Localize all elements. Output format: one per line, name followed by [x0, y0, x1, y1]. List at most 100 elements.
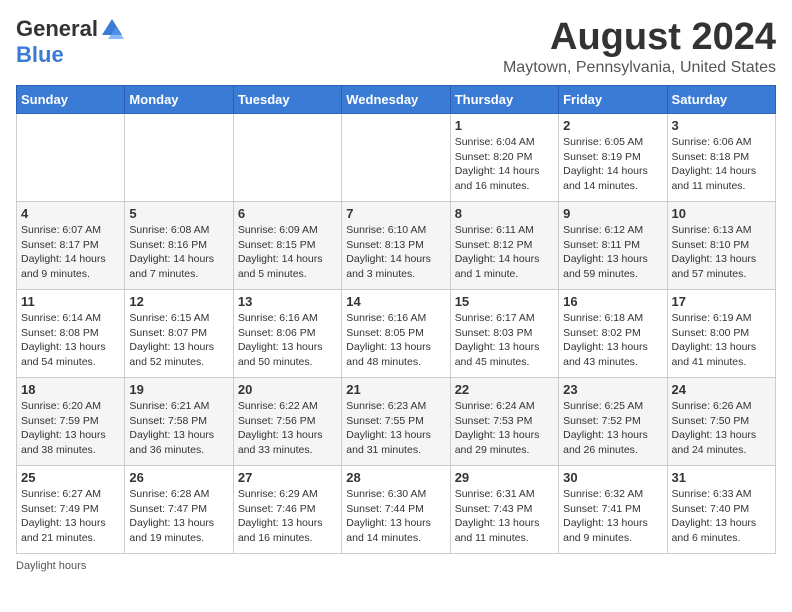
day-info: Sunrise: 6:26 AM Sunset: 7:50 PM Dayligh…	[672, 399, 771, 458]
calendar-day-cell: 31 Sunrise: 6:33 AM Sunset: 7:40 PM Dayli…	[667, 466, 775, 554]
day-number: 2	[563, 118, 662, 133]
day-number: 23	[563, 382, 662, 397]
day-info: Sunrise: 6:15 AM Sunset: 8:07 PM Dayligh…	[129, 311, 228, 370]
day-number: 29	[455, 470, 554, 485]
day-number: 21	[346, 382, 445, 397]
logo: General Blue	[16, 16, 124, 68]
day-info: Sunrise: 6:14 AM Sunset: 8:08 PM Dayligh…	[21, 311, 120, 370]
weekday-header: Thursday	[450, 86, 558, 114]
day-number: 31	[672, 470, 771, 485]
day-number: 11	[21, 294, 120, 309]
day-info: Sunrise: 6:18 AM Sunset: 8:02 PM Dayligh…	[563, 311, 662, 370]
calendar-day-cell: 8 Sunrise: 6:11 AM Sunset: 8:12 PM Daylig…	[450, 202, 558, 290]
day-info: Sunrise: 6:04 AM Sunset: 8:20 PM Dayligh…	[455, 135, 554, 194]
month-title: August 2024	[503, 16, 776, 59]
calendar-day-cell: 9 Sunrise: 6:12 AM Sunset: 8:11 PM Daylig…	[559, 202, 667, 290]
weekday-header: Friday	[559, 86, 667, 114]
calendar-day-cell	[233, 114, 341, 202]
day-info: Sunrise: 6:08 AM Sunset: 8:16 PM Dayligh…	[129, 223, 228, 282]
weekday-header: Saturday	[667, 86, 775, 114]
calendar-day-cell: 14Sunrise: 6:16 AM Sunset: 8:05 PM Dayli…	[342, 290, 450, 378]
calendar-day-cell	[342, 114, 450, 202]
calendar-header-row: SundayMondayTuesdayWednesdayThursdayFrid…	[17, 86, 776, 114]
day-number: 25	[21, 470, 120, 485]
calendar-week-row: 25 Sunrise: 6:27 AM Sunset: 7:49 PM Dayli…	[17, 466, 776, 554]
day-info: Sunrise: 6:32 AM Sunset: 7:41 PM Dayligh…	[563, 487, 662, 546]
calendar-day-cell: 27 Sunrise: 6:29 AM Sunset: 7:46 PM Dayli…	[233, 466, 341, 554]
header: General Blue August 2024 Maytown, Pennsy…	[16, 16, 776, 77]
calendar-day-cell: 4 Sunrise: 6:07 AM Sunset: 8:17 PM Daylig…	[17, 202, 125, 290]
day-number: 9	[563, 206, 662, 221]
day-number: 5	[129, 206, 228, 221]
calendar-day-cell: 12 Sunrise: 6:15 AM Sunset: 8:07 PM Dayli…	[125, 290, 233, 378]
calendar-day-cell: 28Sunrise: 6:30 AM Sunset: 7:44 PM Dayli…	[342, 466, 450, 554]
day-number: 4	[21, 206, 120, 221]
day-info: Sunrise: 6:17 AM Sunset: 8:03 PM Dayligh…	[455, 311, 554, 370]
calendar-table: SundayMondayTuesdayWednesdayThursdayFrid…	[16, 85, 776, 554]
weekday-header: Sunday	[17, 86, 125, 114]
day-info: Sunrise: 6:05 AM Sunset: 8:19 PM Dayligh…	[563, 135, 662, 194]
day-info: Sunrise: 6:24 AM Sunset: 7:53 PM Dayligh…	[455, 399, 554, 458]
day-info: Sunrise: 6:19 AM Sunset: 8:00 PM Dayligh…	[672, 311, 771, 370]
footer-note: Daylight hours	[16, 560, 776, 572]
day-info: Sunrise: 6:29 AM Sunset: 7:46 PM Dayligh…	[238, 487, 337, 546]
logo-blue-text: Blue	[16, 42, 64, 68]
day-number: 27	[238, 470, 337, 485]
day-number: 24	[672, 382, 771, 397]
day-number: 15	[455, 294, 554, 309]
calendar-week-row: 1 Sunrise: 6:04 AM Sunset: 8:20 PM Daylig…	[17, 114, 776, 202]
calendar-day-cell: 19 Sunrise: 6:21 AM Sunset: 7:58 PM Dayli…	[125, 378, 233, 466]
calendar-day-cell	[125, 114, 233, 202]
logo-general-text: General	[16, 16, 98, 42]
day-info: Sunrise: 6:12 AM Sunset: 8:11 PM Dayligh…	[563, 223, 662, 282]
calendar-day-cell: 11 Sunrise: 6:14 AM Sunset: 8:08 PM Dayli…	[17, 290, 125, 378]
calendar-week-row: 4 Sunrise: 6:07 AM Sunset: 8:17 PM Daylig…	[17, 202, 776, 290]
weekday-header: Tuesday	[233, 86, 341, 114]
day-number: 16	[563, 294, 662, 309]
day-number: 13	[238, 294, 337, 309]
calendar-day-cell: 30 Sunrise: 6:32 AM Sunset: 7:41 PM Dayli…	[559, 466, 667, 554]
day-info: Sunrise: 6:16 AM Sunset: 8:06 PM Dayligh…	[238, 311, 337, 370]
calendar-week-row: 18 Sunrise: 6:20 AM Sunset: 7:59 PM Dayli…	[17, 378, 776, 466]
day-info: Sunrise: 6:33 AM Sunset: 7:40 PM Dayligh…	[672, 487, 771, 546]
day-number: 26	[129, 470, 228, 485]
day-number: 28	[346, 470, 445, 485]
day-number: 17	[672, 294, 771, 309]
day-number: 7	[346, 206, 445, 221]
day-info: Sunrise: 6:25 AM Sunset: 7:52 PM Dayligh…	[563, 399, 662, 458]
calendar-day-cell: 2 Sunrise: 6:05 AM Sunset: 8:19 PM Daylig…	[559, 114, 667, 202]
calendar-day-cell: 21Sunrise: 6:23 AM Sunset: 7:55 PM Dayli…	[342, 378, 450, 466]
calendar-week-row: 11 Sunrise: 6:14 AM Sunset: 8:08 PM Dayli…	[17, 290, 776, 378]
day-number: 3	[672, 118, 771, 133]
day-info: Sunrise: 6:20 AM Sunset: 7:59 PM Dayligh…	[21, 399, 120, 458]
day-info: Sunrise: 6:11 AM Sunset: 8:12 PM Dayligh…	[455, 223, 554, 282]
day-number: 1	[455, 118, 554, 133]
calendar-day-cell: 18 Sunrise: 6:20 AM Sunset: 7:59 PM Dayli…	[17, 378, 125, 466]
day-info: Sunrise: 6:07 AM Sunset: 8:17 PM Dayligh…	[21, 223, 120, 282]
day-number: 22	[455, 382, 554, 397]
calendar-day-cell: 13 Sunrise: 6:16 AM Sunset: 8:06 PM Dayli…	[233, 290, 341, 378]
calendar-day-cell: 20 Sunrise: 6:22 AM Sunset: 7:56 PM Dayli…	[233, 378, 341, 466]
location-title: Maytown, Pennsylvania, United States	[503, 59, 776, 77]
day-info: Sunrise: 6:13 AM Sunset: 8:10 PM Dayligh…	[672, 223, 771, 282]
day-info: Sunrise: 6:10 AM Sunset: 8:13 PM Dayligh…	[346, 223, 445, 282]
calendar-day-cell: 3Sunrise: 6:06 AM Sunset: 8:18 PM Daylig…	[667, 114, 775, 202]
day-info: Sunrise: 6:31 AM Sunset: 7:43 PM Dayligh…	[455, 487, 554, 546]
day-info: Sunrise: 6:09 AM Sunset: 8:15 PM Dayligh…	[238, 223, 337, 282]
calendar-day-cell: 26Sunrise: 6:28 AM Sunset: 7:47 PM Dayli…	[125, 466, 233, 554]
day-number: 20	[238, 382, 337, 397]
day-number: 12	[129, 294, 228, 309]
day-info: Sunrise: 6:21 AM Sunset: 7:58 PM Dayligh…	[129, 399, 228, 458]
day-number: 30	[563, 470, 662, 485]
day-info: Sunrise: 6:27 AM Sunset: 7:49 PM Dayligh…	[21, 487, 120, 546]
calendar-day-cell: 17 Sunrise: 6:19 AM Sunset: 8:00 PM Dayli…	[667, 290, 775, 378]
calendar-day-cell: 29 Sunrise: 6:31 AM Sunset: 7:43 PM Dayli…	[450, 466, 558, 554]
calendar-day-cell: 24 Sunrise: 6:26 AM Sunset: 7:50 PM Dayli…	[667, 378, 775, 466]
day-number: 18	[21, 382, 120, 397]
day-number: 14	[346, 294, 445, 309]
weekday-header: Monday	[125, 86, 233, 114]
calendar-day-cell: 25 Sunrise: 6:27 AM Sunset: 7:49 PM Dayli…	[17, 466, 125, 554]
day-info: Sunrise: 6:22 AM Sunset: 7:56 PM Dayligh…	[238, 399, 337, 458]
day-number: 19	[129, 382, 228, 397]
day-number: 8	[455, 206, 554, 221]
